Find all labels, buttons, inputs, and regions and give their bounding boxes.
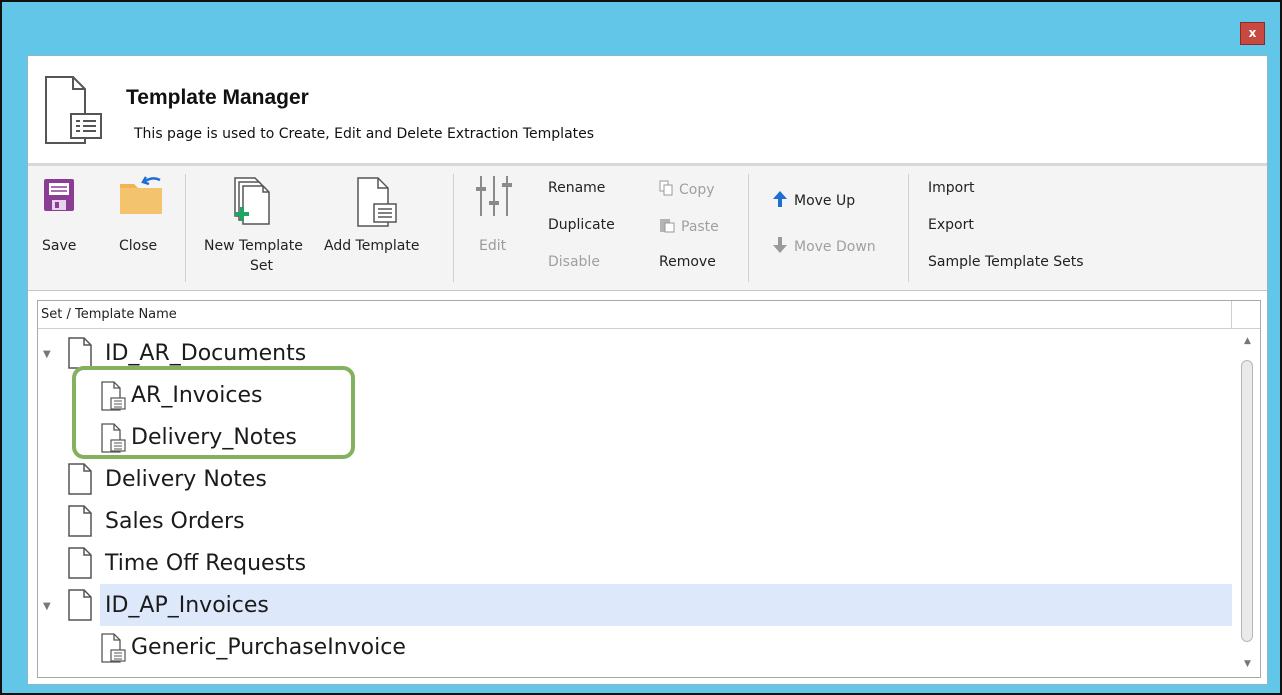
tree-row-label: Generic_PurchaseInvoice [131,635,406,660]
save-label: Save [42,238,77,254]
selection-highlight [100,584,1232,626]
template-set-icon [67,547,97,584]
tree-row-label: Time Off Requests [105,551,307,576]
close-button[interactable]: Close [112,172,168,262]
ribbon-separator [908,174,909,282]
page-title: Template Manager [126,86,309,109]
tree-row-set[interactable]: Delivery Notes [38,458,1232,500]
copy-button[interactable]: Copy [659,180,715,200]
expand-arrow-icon[interactable]: ▼ [43,601,51,612]
scroll-thumb[interactable] [1241,360,1253,642]
import-button[interactable]: Import [928,180,974,196]
new-template-set-icon [233,176,279,232]
window-close-button[interactable]: x [1240,22,1265,45]
add-template-label: Add Template [324,238,420,254]
copy-icon [659,180,673,200]
vertical-scrollbar[interactable]: ▲ ▼ [1235,330,1260,677]
tree-row-set[interactable]: Sales Orders [38,500,1232,542]
move-down-button[interactable]: Move Down [772,236,876,258]
annotation-highlight-box [72,366,355,459]
tree-row-set[interactable]: Time Off Requests [38,542,1232,584]
template-manager-window: x Template Manager This page is used to … [0,0,1282,695]
page-subtitle: This page is used to Create, Edit and De… [134,126,595,142]
ribbon-separator [185,174,186,282]
tree-row-label: Sales Orders [105,509,245,534]
template-icon [100,633,128,668]
duplicate-button[interactable]: Duplicate [548,217,615,233]
tree-row-set-selected[interactable]: ▼ ID_AP_Invoices [38,584,1232,626]
new-template-set-label-line2: Set [250,258,273,274]
scroll-down-arrow-icon[interactable]: ▼ [1235,655,1260,673]
tree-row-label: ID_AR_Documents [105,341,307,366]
paste-label: Paste [681,219,719,235]
template-set-icon [67,463,97,500]
template-set-icon [67,505,97,542]
add-template-icon [356,176,400,232]
arrow-up-icon [772,190,788,212]
template-set-icon [67,589,97,626]
save-icon [43,178,75,216]
move-up-button[interactable]: Move Up [772,190,855,212]
expand-arrow-icon[interactable]: ▼ [43,349,51,360]
sample-template-sets-button[interactable]: Sample Template Sets [928,254,1084,270]
edit-button[interactable]: Edit [469,172,519,262]
close-folder-icon [118,174,164,220]
remove-button[interactable]: Remove [659,254,716,270]
column-header-name[interactable]: Set / Template Name [41,307,177,322]
copy-label: Copy [679,182,715,198]
save-button[interactable]: Save [36,172,80,262]
export-button[interactable]: Export [928,217,974,233]
ribbon-separator [748,174,749,282]
move-down-label: Move Down [794,239,876,255]
add-template-button[interactable]: Add Template [320,172,438,262]
tree-header: Set / Template Name [38,301,1260,329]
paste-button[interactable]: Paste [659,217,719,237]
template-document-icon [43,74,109,151]
disable-button[interactable]: Disable [548,254,600,270]
paste-icon [659,217,675,237]
column-divider [1231,301,1232,329]
tree-row-template[interactable]: Generic_PurchaseInvoice [38,626,1232,668]
page-header: Template Manager This page is used to Cr… [28,56,1267,166]
scroll-up-arrow-icon[interactable]: ▲ [1235,332,1260,350]
edit-sliders-icon [475,174,513,222]
arrow-down-icon [772,236,788,258]
ribbon-separator [453,174,454,282]
template-tree: Set / Template Name ▼ ID_AR_Documents AR… [37,300,1261,678]
rename-button[interactable]: Rename [548,180,605,196]
edit-label: Edit [479,238,507,254]
tree-row-label: Delivery Notes [105,467,267,492]
close-label: Close [119,238,158,254]
new-template-set-label-line1: New Template [204,238,303,254]
ribbon-toolbar: Save Close New Template Set Add Template… [28,166,1267,291]
tree-row-label: ID_AP_Invoices [105,593,269,618]
move-up-label: Move Up [794,193,856,209]
new-template-set-button[interactable]: New Template Set [198,172,316,284]
